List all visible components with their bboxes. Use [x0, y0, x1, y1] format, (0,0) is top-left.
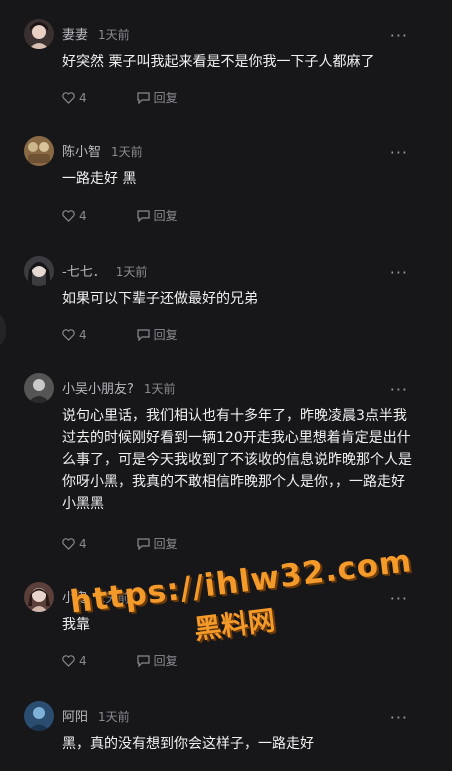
heart-icon [62, 91, 75, 104]
comment-bubble-icon [137, 328, 150, 341]
comment-time: 1天前 [115, 265, 148, 279]
comment-text: 好突然 栗子叫我起来看是不是你我一下子人都麻了 [62, 54, 375, 70]
like-count: 4 [79, 208, 87, 223]
comment-bubble-icon [137, 537, 150, 550]
reply-label: 回复 [153, 209, 178, 223]
comment-author[interactable]: 小鬼 1天前 [62, 587, 130, 606]
more-options-icon[interactable]: ··· [390, 380, 408, 399]
reply-label: 回复 [153, 328, 178, 342]
like-button[interactable]: 4 [62, 91, 87, 105]
more-options-icon[interactable]: ··· [390, 589, 408, 608]
comment-text: 说句心里话，我们相认也有十多年了，昨晚凌晨3点半我过去的时候刚好看到一辆120开… [62, 408, 412, 512]
reply-button[interactable]: 回复 [137, 207, 178, 224]
like-button[interactable]: 4 [62, 209, 87, 223]
comment-bubble-icon [137, 91, 150, 104]
more-options-icon[interactable]: ··· [390, 708, 408, 727]
comment-actions: 4 回复 [62, 207, 178, 224]
username-text[interactable]: 小鬼 [62, 591, 88, 606]
avatar[interactable] [24, 136, 54, 166]
reply-label: 回复 [153, 91, 178, 105]
comment-text: 我靠 [62, 617, 90, 633]
avatar[interactable] [24, 373, 54, 403]
more-options-icon[interactable]: ··· [390, 26, 408, 45]
like-count: 4 [79, 90, 87, 105]
username-text[interactable]: 小吴小朋友? [62, 382, 134, 397]
username-text[interactable]: 妻妻 [62, 28, 88, 43]
comment-author[interactable]: 妻妻 1天前 [62, 24, 130, 43]
comment-item: 妻妻 1天前 ··· 好突然 栗子叫我起来看是不是你我一下子人都麻了 4 回复 [0, 19, 452, 129]
like-button[interactable]: 4 [62, 328, 87, 342]
comment-author[interactable]: 小吴小朋友? 1天前 [62, 378, 176, 397]
comment-time: 1天前 [143, 382, 176, 396]
username-text[interactable]: 阿阳 [62, 710, 88, 725]
reply-button[interactable]: 回复 [137, 89, 178, 106]
comment-item: 陈小智 1天前 ··· 一路走好 黑 4 回复 [0, 136, 452, 246]
comment-time: 1天前 [98, 710, 130, 724]
reply-button[interactable]: 回复 [137, 326, 178, 343]
more-options-icon[interactable]: ··· [390, 143, 408, 162]
heart-icon [62, 654, 75, 667]
like-button[interactable]: 4 [62, 537, 87, 551]
like-button[interactable]: 4 [62, 654, 87, 668]
avatar[interactable] [24, 256, 54, 286]
avatar[interactable] [24, 582, 54, 612]
heart-icon [62, 328, 75, 341]
comment-actions: 4 回复 [62, 326, 178, 343]
reply-button[interactable]: 回复 [137, 652, 178, 669]
like-count: 4 [79, 653, 87, 668]
like-count: 4 [79, 327, 87, 342]
comment-text: 一路走好 黑 [62, 171, 137, 187]
more-options-icon[interactable]: ··· [390, 263, 408, 282]
comment-actions: 4 回复 [62, 535, 178, 552]
comment-item: 小鬼 1天前 ··· 我靠 4 回复 [0, 582, 452, 692]
comment-time: 1天前 [98, 591, 130, 605]
comment-bubble-icon [137, 654, 150, 667]
comment-time: 1天前 [111, 145, 143, 159]
comment-actions: 4 回复 [62, 89, 178, 106]
heart-icon [62, 537, 75, 550]
avatar[interactable] [24, 19, 54, 49]
comment-bubble-icon [137, 209, 150, 222]
username-text[interactable]: -七七． [62, 265, 106, 280]
comment-text: 如果可以下辈子还做最好的兄弟 [62, 291, 258, 307]
comment-text: 黑，真的没有想到你会这样子，一路走好 [62, 736, 314, 752]
like-count: 4 [79, 536, 87, 551]
reply-label: 回复 [153, 537, 178, 551]
comment-author[interactable]: -七七． 1天前 [62, 261, 147, 280]
comment-actions: 4 回复 [62, 652, 178, 669]
comment-author[interactable]: 阿阳 1天前 [62, 706, 130, 725]
avatar[interactable] [24, 701, 54, 731]
comment-item: 阿阳 1天前 ··· 黑，真的没有想到你会这样子，一路走好 [0, 701, 452, 771]
username-text[interactable]: 陈小智 [62, 145, 101, 160]
comment-item: 小吴小朋友? 1天前 ··· 说句心里话，我们相认也有十多年了，昨晚凌晨3点半我过… [0, 373, 452, 573]
comment-time: 1天前 [98, 28, 130, 42]
reply-button[interactable]: 回复 [137, 535, 178, 552]
reply-label: 回复 [153, 654, 178, 668]
heart-icon [62, 209, 75, 222]
comment-author[interactable]: 陈小智 1天前 [62, 141, 143, 160]
comment-item: -七七． 1天前 ··· 如果可以下辈子还做最好的兄弟 4 回复 [0, 256, 452, 366]
